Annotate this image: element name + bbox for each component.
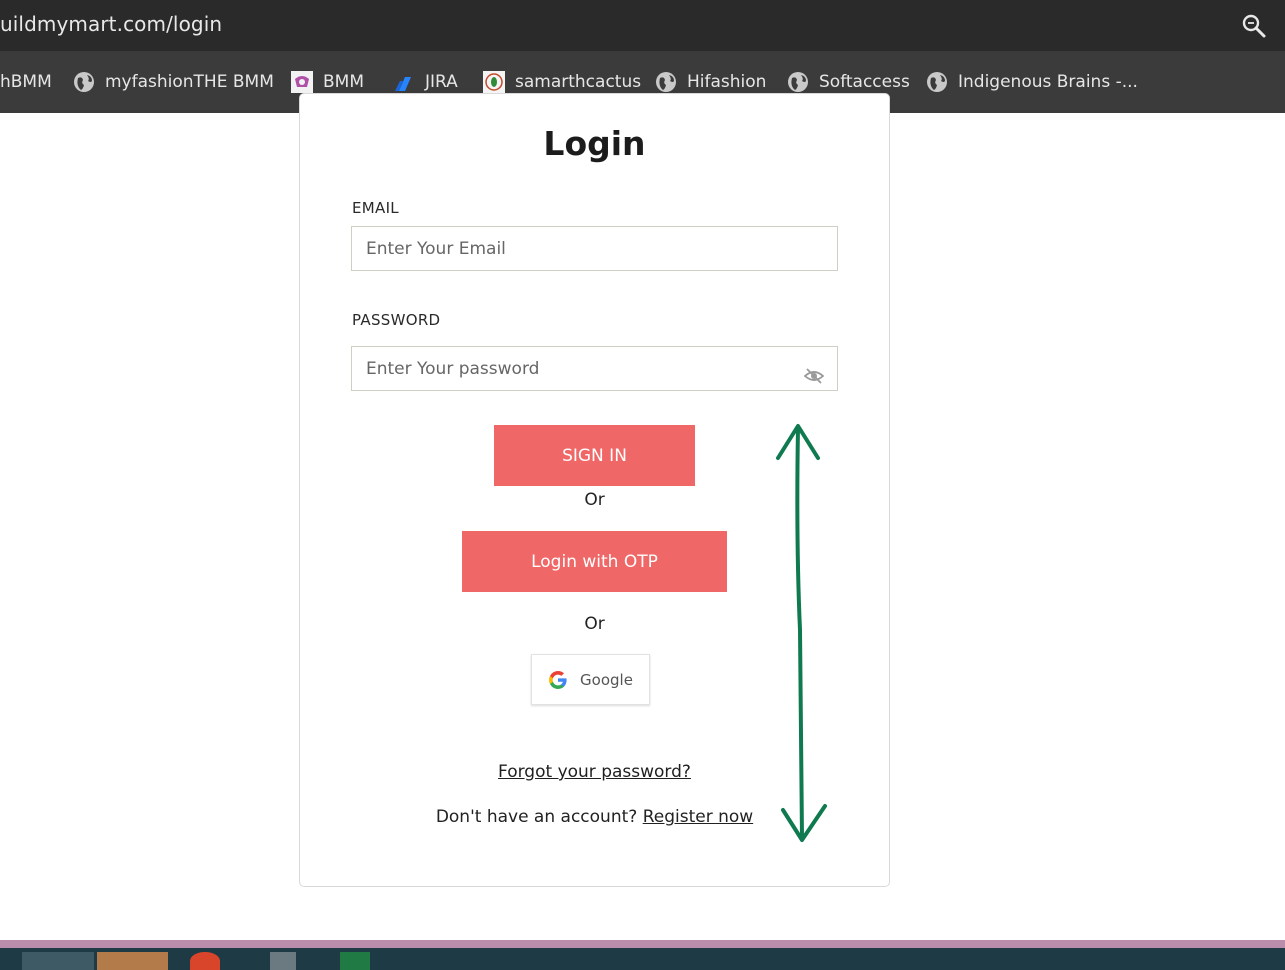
os-taskbar bbox=[0, 948, 1285, 970]
page-title: Login bbox=[543, 124, 646, 163]
samarth-logo-icon bbox=[483, 71, 505, 93]
taskbar-app-chrome[interactable] bbox=[22, 952, 94, 970]
bookmark-hifashion[interactable]: Hifashion bbox=[655, 69, 766, 95]
bookmark-label: Indigenous Brains -... bbox=[958, 72, 1138, 92]
globe-icon bbox=[927, 72, 947, 92]
globe-icon bbox=[788, 72, 808, 92]
taskbar-app-icon[interactable] bbox=[190, 952, 220, 970]
sign-in-button[interactable]: SIGN IN bbox=[494, 425, 695, 486]
bookmark-label: JIRA bbox=[425, 72, 458, 92]
taskbar-app-opera[interactable] bbox=[97, 952, 168, 970]
jira-icon bbox=[395, 77, 411, 91]
password-field[interactable] bbox=[351, 346, 838, 391]
bookmark-label: myfashionTHE BMM bbox=[105, 72, 274, 92]
bookmark-softaccess[interactable]: Softaccess bbox=[787, 69, 910, 95]
globe-icon bbox=[656, 72, 676, 92]
browser-address-bar: uildmymart.com/login bbox=[0, 0, 1285, 51]
bookmark-indigenous-brains[interactable]: Indigenous Brains -... bbox=[926, 69, 1138, 95]
email-label: EMAIL bbox=[352, 199, 399, 217]
bookmark-label: BMM bbox=[323, 72, 364, 92]
bookmark-label: hBMM bbox=[0, 72, 52, 92]
email-field[interactable] bbox=[351, 226, 838, 271]
password-label: PASSWORD bbox=[352, 311, 441, 329]
google-label: Google bbox=[580, 670, 633, 689]
bookmark-bmm[interactable]: BMM bbox=[291, 69, 364, 95]
bookmark-label: samarthcactus bbox=[515, 72, 642, 92]
bookmark-label: Hifashion bbox=[687, 72, 767, 92]
forgot-password-link[interactable]: Forgot your password? bbox=[498, 762, 691, 782]
bookmark-jira[interactable]: JIRA bbox=[393, 69, 458, 95]
google-signin-button[interactable]: Google bbox=[531, 654, 650, 705]
annotation-double-arrow bbox=[776, 424, 827, 842]
taskbar-app-icon[interactable] bbox=[270, 952, 296, 970]
globe-icon bbox=[74, 72, 94, 92]
url-text[interactable]: uildmymart.com/login bbox=[0, 12, 222, 36]
no-account-text: Don't have an account? bbox=[435, 807, 638, 827]
bookmark-samarthcactus[interactable]: samarthcactus bbox=[483, 69, 641, 95]
login-with-otp-button[interactable]: Login with OTP bbox=[462, 531, 727, 592]
bookmark-myfashion[interactable]: myfashionTHE BMM bbox=[73, 69, 274, 95]
bmm-logo-icon bbox=[291, 71, 313, 93]
register-now-link[interactable]: Register now bbox=[643, 807, 753, 827]
page-content: Login EMAIL PASSWORD SIGN IN Or Login wi… bbox=[0, 93, 1285, 940]
bookmark-label: Softaccess bbox=[819, 72, 910, 92]
bookmark-hbmm[interactable]: hBMM bbox=[0, 69, 52, 95]
magnifier-zoom-icon[interactable] bbox=[1241, 13, 1267, 39]
taskbar-app-excel[interactable] bbox=[340, 952, 370, 970]
eye-slash-icon[interactable] bbox=[804, 366, 824, 386]
taskbar-border bbox=[0, 940, 1285, 948]
google-logo-icon bbox=[549, 670, 567, 689]
